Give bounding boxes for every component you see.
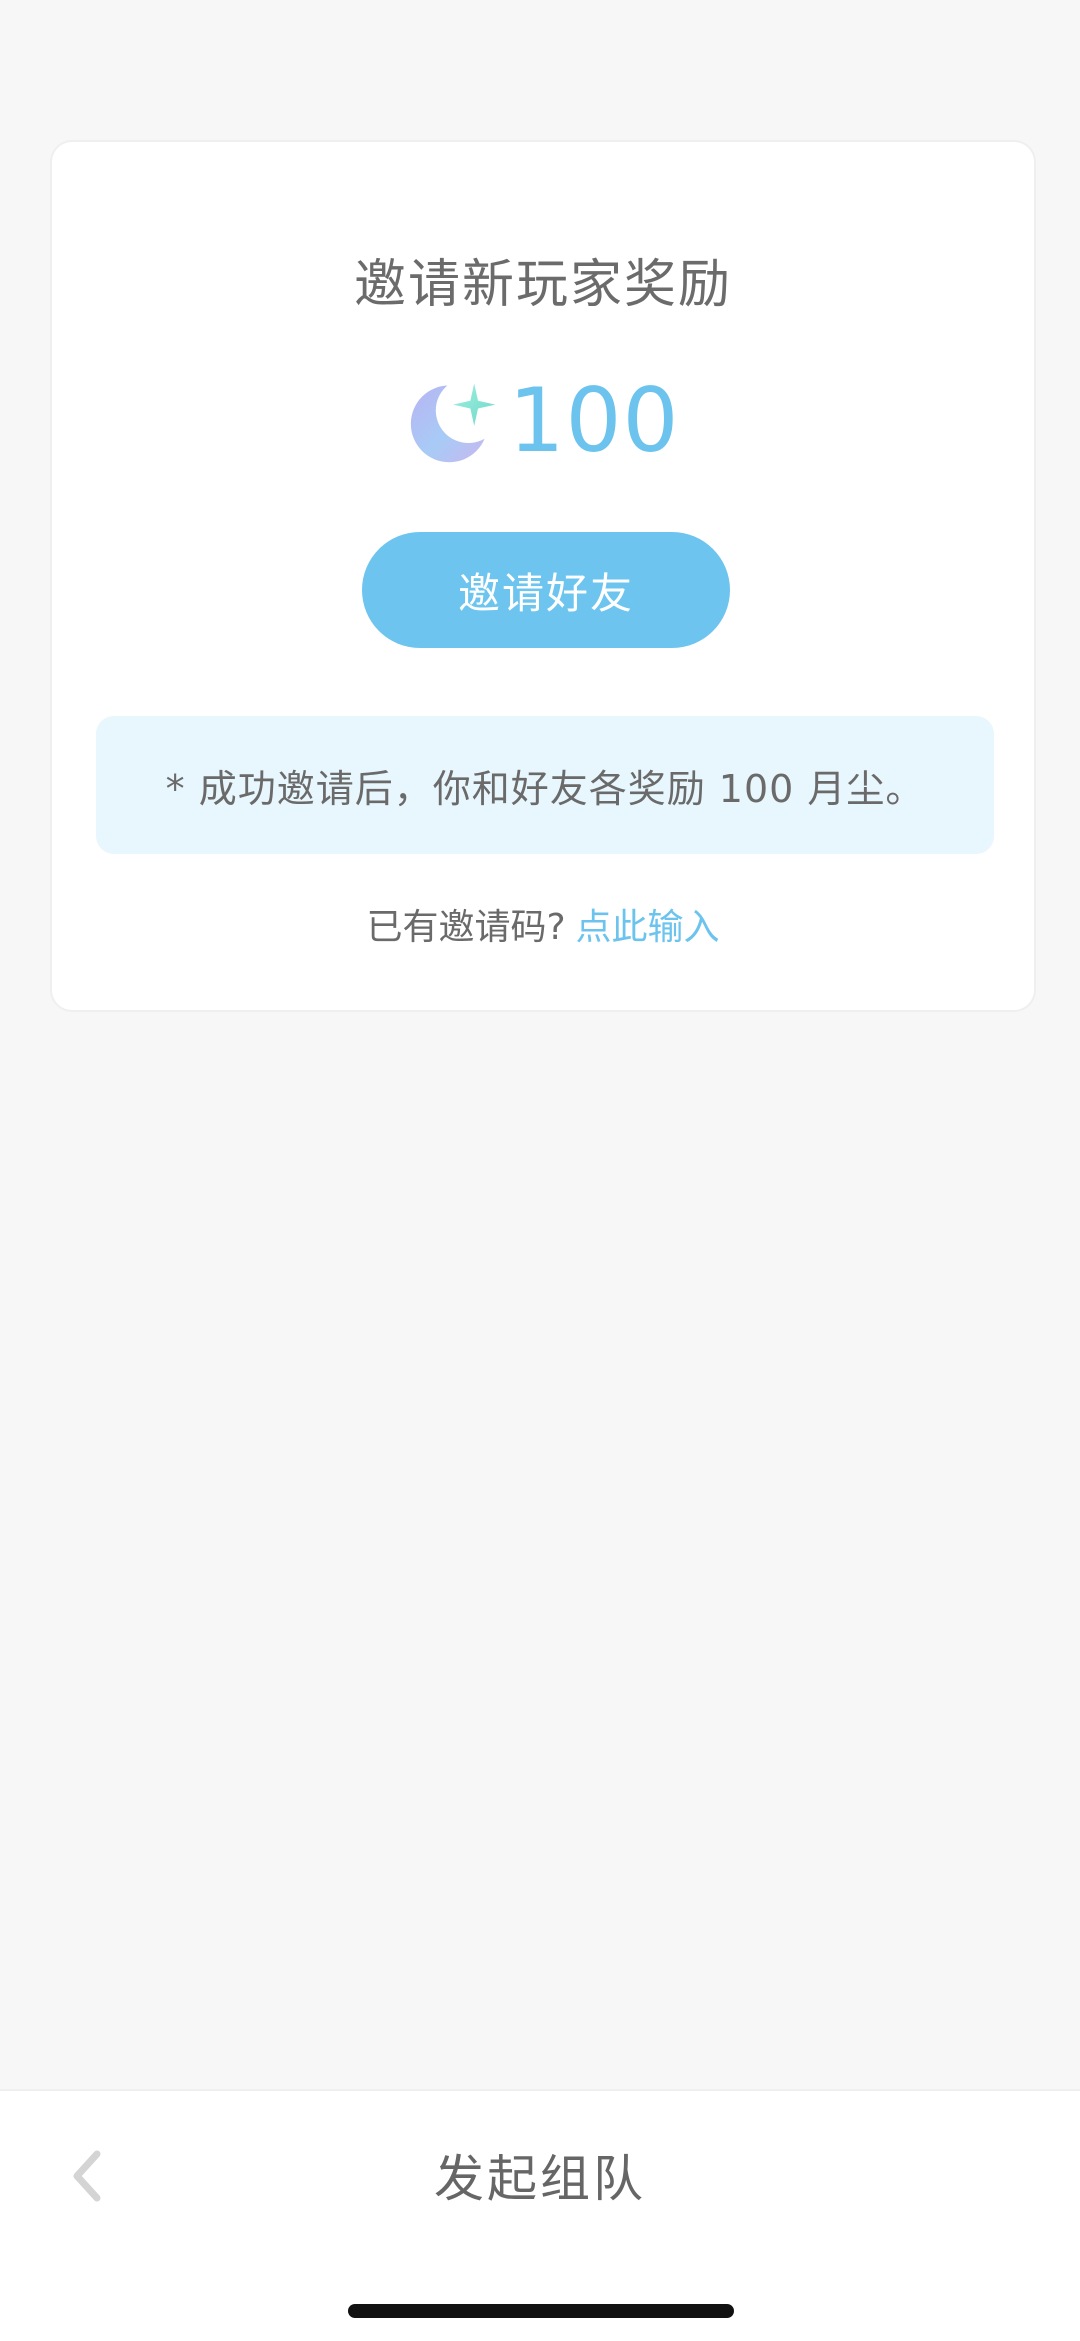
moon-star-currency-icon	[410, 377, 501, 463]
invite-code-prompt: 已有邀请码?	[366, 907, 566, 948]
invite-friends-button[interactable]: 邀请好友	[362, 532, 730, 648]
invite-reward-card: 邀请新玩家奖励 100 邀请好友 * 成功邀请后，你和好友各奖励 100 月尘。…	[50, 140, 1036, 1012]
reward-note: * 成功邀请后，你和好友各奖励 100 月尘。	[96, 716, 994, 854]
reward-display: 100	[52, 368, 1034, 472]
card-title: 邀请新玩家奖励	[353, 255, 732, 315]
page-title: 发起组队	[434, 2150, 646, 2208]
reward-note-text: * 成功邀请后，你和好友各奖励 100 月尘。	[165, 766, 925, 811]
page-root: 邀请新玩家奖励 100 邀请好友 * 成功邀请后，你和好友各奖励 100 月尘。…	[0, 0, 1080, 2341]
invite-code-row: 已有邀请码? 点此输入	[52, 898, 1034, 950]
home-indicator[interactable]	[348, 2304, 734, 2318]
enter-invite-code-link[interactable]: 点此输入	[576, 907, 720, 948]
reward-amount: 100	[508, 368, 680, 472]
